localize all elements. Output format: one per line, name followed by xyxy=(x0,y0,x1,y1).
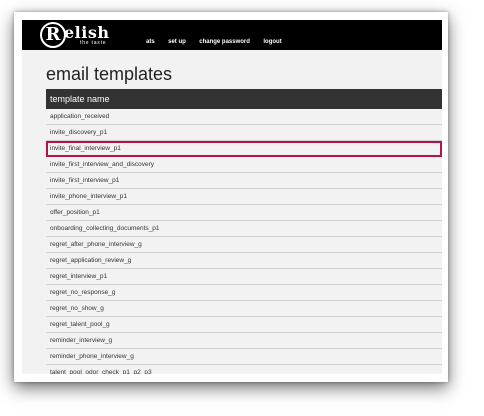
relish-logo[interactable]: R elish the taste xyxy=(40,22,140,48)
nav-link-set-up[interactable]: set up xyxy=(168,39,186,45)
table-row[interactable]: regret_application_review_g xyxy=(46,253,442,269)
page-title: email templates xyxy=(46,64,173,84)
table-row[interactable]: invite_first_interview_and_discovery xyxy=(46,157,442,173)
table-row[interactable]: regret_no_response_g xyxy=(46,285,442,301)
table-row[interactable]: reminder_interview_g xyxy=(46,333,442,349)
table-row[interactable]: regret_talent_pool_g xyxy=(46,317,442,333)
table-row[interactable]: invite_discovery_p1 xyxy=(46,125,442,141)
table-header-template-name: template name xyxy=(46,89,442,109)
nav-link-change-password[interactable]: change password xyxy=(199,39,250,45)
nav-link-ats[interactable]: ats xyxy=(146,39,155,45)
top-nav-bar: R elish the taste ats set up change pass… xyxy=(22,20,442,50)
table-row[interactable]: talent_pool_odor_check_p1_p2_p3 xyxy=(46,365,442,374)
table-row[interactable]: regret_after_phone_interview_g xyxy=(46,237,442,253)
table-row-highlighted[interactable]: invite_final_interview_p1 xyxy=(46,141,442,157)
logo-mark: R xyxy=(40,22,66,48)
table-row[interactable]: invite_phone_interview_p1 xyxy=(46,189,442,205)
table-row[interactable]: regret_interview_p1 xyxy=(46,269,442,285)
table-row[interactable]: reminder_phone_interview_g xyxy=(46,349,442,365)
table-row[interactable]: application_received xyxy=(46,109,442,125)
main-nav: ats set up change password logout xyxy=(146,30,291,48)
table-row[interactable]: regret_no_show_g xyxy=(46,301,442,317)
templates-table-body: application_received invite_discovery_p1… xyxy=(46,109,442,374)
logo-tagline: the taste xyxy=(80,40,107,46)
table-row[interactable]: offer_position_p1 xyxy=(46,205,442,221)
browser-window: R elish the taste ats set up change pass… xyxy=(22,20,442,374)
table-row[interactable]: invite_first_interview_p1 xyxy=(46,173,442,189)
table-row[interactable]: onboarding_collecting_documents_p1 xyxy=(46,221,442,237)
nav-link-logout[interactable]: logout xyxy=(263,39,281,45)
